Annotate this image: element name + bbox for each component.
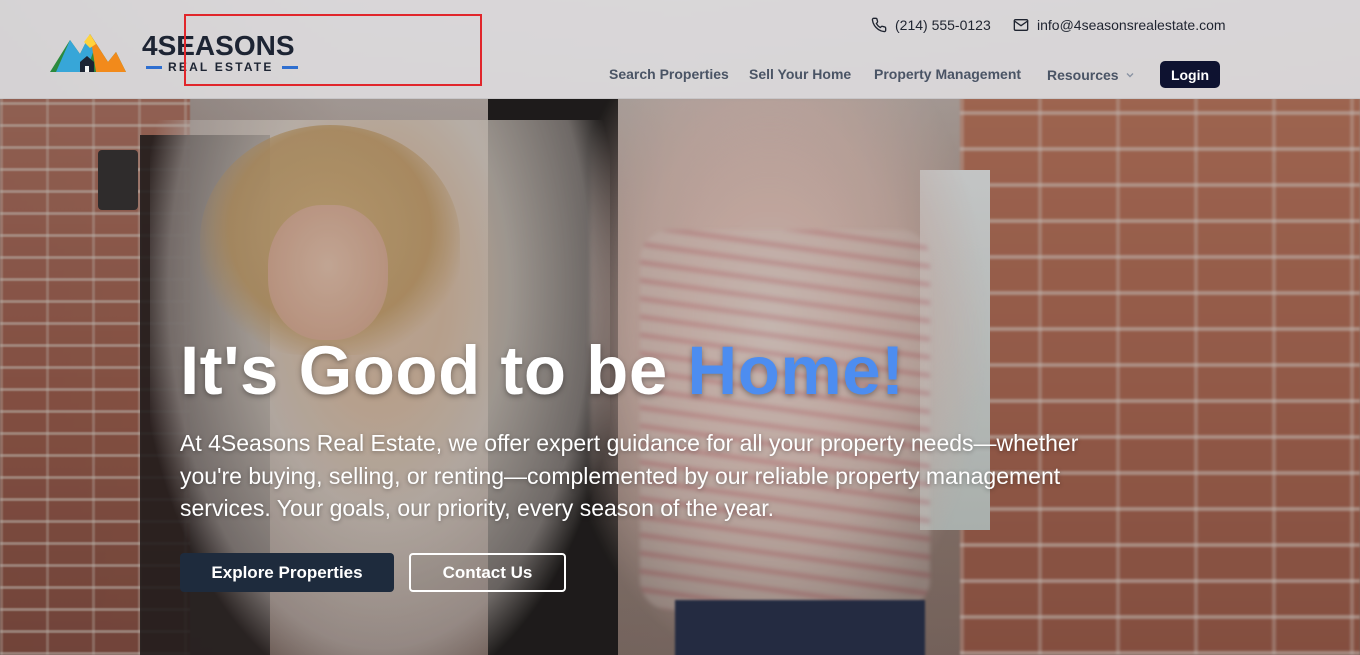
nav-resources[interactable]: Resources — [1047, 66, 1135, 84]
phone-contact[interactable]: (214) 555-0123 — [871, 16, 991, 34]
highlight-box — [184, 14, 482, 86]
hero-description: At 4Seasons Real Estate, we offer expert… — [180, 430, 1079, 521]
nav-property-management[interactable]: Property Management — [874, 66, 1021, 84]
headline-text: It's Good to be — [180, 332, 688, 409]
phone-number: (214) 555-0123 — [895, 17, 991, 33]
email-address: info@4seasonsrealestate.com — [1037, 17, 1226, 33]
mountain-house-logo-icon — [50, 34, 126, 72]
nav-search-properties[interactable]: Search Properties — [609, 66, 729, 84]
chevron-down-icon — [1126, 73, 1134, 78]
phone-icon — [871, 17, 887, 33]
headline-accent: Home! — [687, 332, 905, 409]
login-button[interactable]: Login — [1160, 61, 1220, 88]
nav-resources-label: Resources — [1047, 67, 1119, 83]
mail-icon — [1013, 19, 1029, 31]
hero-headline: It's Good to be Home! — [180, 331, 905, 411]
site-header: 4SEASONS REAL ESTATE (214) 555-0123 info… — [0, 0, 1360, 99]
logo-bar-left — [146, 66, 162, 69]
nav-sell-your-home[interactable]: Sell Your Home — [749, 66, 851, 84]
explore-properties-button[interactable]: Explore Properties — [180, 553, 394, 592]
email-contact[interactable]: info@4seasonsrealestate.com — [1013, 16, 1226, 34]
contact-us-button[interactable]: Contact Us — [409, 553, 566, 592]
